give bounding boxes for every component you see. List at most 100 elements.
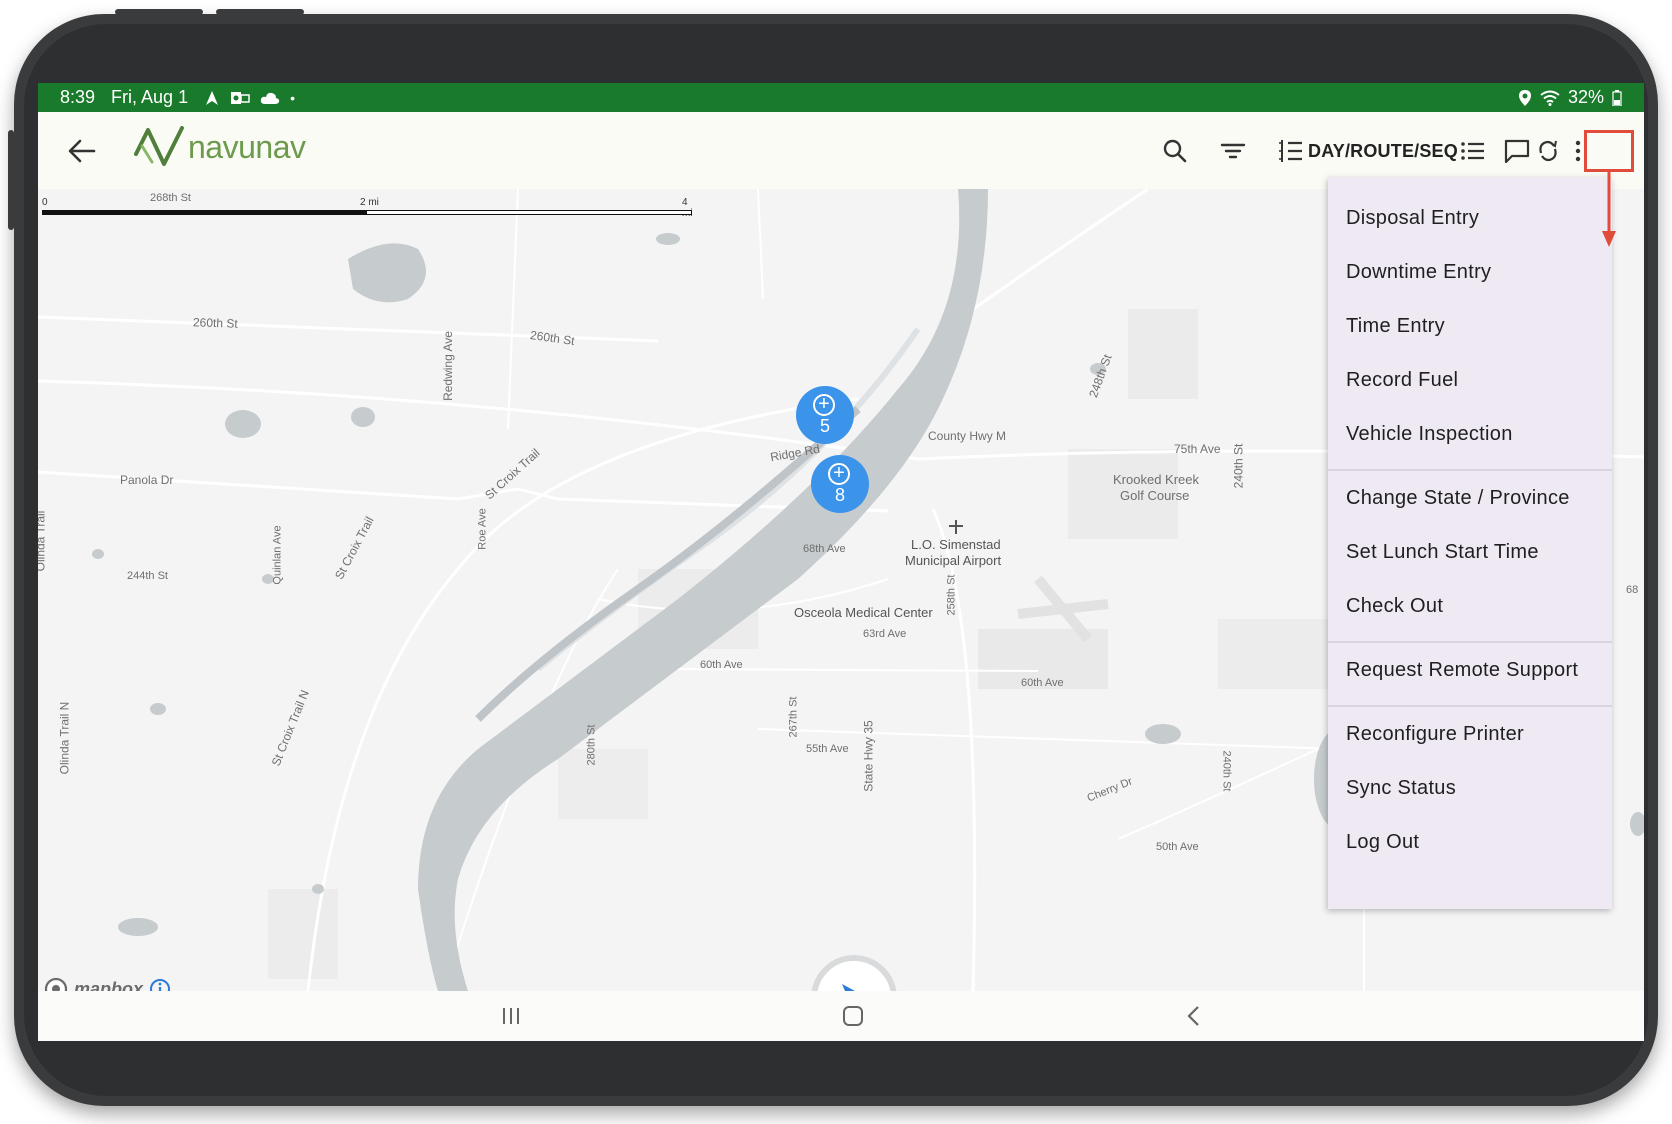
poi-label: Osceola Medical Center bbox=[794, 605, 933, 620]
status-bar: 8:39 Fri, Aug 1 • 32% bbox=[38, 83, 1644, 112]
mapbox-attribution: mapbox bbox=[44, 977, 171, 991]
back-icon[interactable] bbox=[1186, 1005, 1202, 1027]
street-label: Golf Course bbox=[1120, 488, 1190, 503]
street-label: Krooked Kreek bbox=[1113, 472, 1199, 487]
street-label: 60th Ave bbox=[1021, 677, 1064, 689]
street-label: State Hwy 35 bbox=[861, 720, 876, 792]
street-label: 268th St bbox=[150, 192, 191, 204]
scale-end: 4 mi bbox=[682, 197, 693, 219]
street-label: 280th St bbox=[585, 724, 598, 766]
search-icon bbox=[1163, 139, 1187, 163]
mapbox-wordmark: mapbox bbox=[74, 978, 144, 992]
scale-bar-line bbox=[42, 210, 692, 215]
navunav-logo-mark-icon bbox=[134, 126, 184, 166]
location-pin-icon bbox=[1518, 89, 1531, 106]
street-label: Quinlan Ave bbox=[271, 525, 284, 585]
street-label: 75th Ave bbox=[1174, 442, 1221, 456]
navunav-logo: navunav bbox=[134, 124, 306, 170]
street-label: 60th Ave bbox=[700, 659, 743, 671]
street-label: Redwing Ave bbox=[440, 331, 455, 401]
street-label: County Hwy M bbox=[928, 429, 1007, 443]
battery-icon bbox=[1612, 89, 1622, 106]
menu-item-downtime-entry[interactable]: Downtime Entry bbox=[1346, 261, 1491, 284]
menu-divider bbox=[1328, 641, 1612, 643]
menu-item-time-entry[interactable]: Time Entry bbox=[1346, 315, 1445, 338]
logo-text: navunav bbox=[188, 128, 306, 165]
sync-icon bbox=[1539, 140, 1557, 162]
stop-cluster-marker[interactable]: + 8 bbox=[811, 455, 869, 513]
wifi-icon bbox=[1540, 90, 1560, 106]
poi-label: L.O. Simenstad bbox=[911, 537, 1001, 552]
status-time: 8:39 bbox=[60, 87, 96, 107]
navigation-arrow-icon bbox=[206, 90, 219, 105]
street-label: Roe Ave bbox=[476, 508, 489, 550]
menu-item-disposal-entry[interactable]: Disposal Entry bbox=[1346, 207, 1479, 230]
map-scale-bar: 0 2 mi 4 mi bbox=[42, 197, 694, 219]
street-label: 55th Ave bbox=[806, 743, 849, 755]
device-screen: 8:39 Fri, Aug 1 • 32% navunav DAY/ROUTE/… bbox=[38, 83, 1644, 1041]
add-circle-icon: + bbox=[828, 463, 850, 485]
navigate-play-icon bbox=[842, 984, 855, 991]
filter-icon bbox=[1220, 143, 1246, 159]
battery-percent: 32% bbox=[1567, 87, 1604, 107]
street-label: 240th St bbox=[1220, 750, 1233, 792]
overflow-menu: Disposal Entry Downtime Entry Time Entry… bbox=[1328, 177, 1612, 909]
outlook-icon bbox=[231, 91, 250, 104]
recent-apps-icon[interactable] bbox=[500, 1006, 522, 1026]
street-label: Panola Dr bbox=[120, 473, 174, 487]
chat-icon bbox=[1504, 139, 1530, 163]
info-icon[interactable] bbox=[149, 978, 171, 991]
highlight-box bbox=[1584, 130, 1634, 172]
street-label: Olinda Trail N bbox=[57, 701, 72, 775]
menu-item-change-state-province[interactable]: Change State / Province bbox=[1346, 487, 1570, 510]
more-vert-icon bbox=[1575, 140, 1581, 162]
menu-item-sync-status[interactable]: Sync Status bbox=[1346, 777, 1456, 800]
system-nav-bar bbox=[38, 991, 1644, 1041]
more-options-button[interactable] bbox=[1574, 134, 1582, 168]
sort-list-icon bbox=[1279, 140, 1302, 162]
tablet-button-top-1 bbox=[115, 9, 203, 15]
scale-start: 0 bbox=[42, 197, 48, 208]
status-date: Fri, Aug 1 bbox=[111, 87, 189, 107]
menu-item-check-out[interactable]: Check Out bbox=[1346, 595, 1443, 618]
sort-day-route-seq-button[interactable]: DAY/ROUTE/SEQ bbox=[1278, 134, 1458, 168]
menu-item-log-out[interactable]: Log Out bbox=[1346, 831, 1419, 854]
mapbox-logo-icon bbox=[44, 977, 68, 991]
menu-item-request-remote-support[interactable]: Request Remote Support bbox=[1346, 659, 1578, 682]
stop-cluster-marker[interactable]: + 5 bbox=[796, 386, 854, 444]
menu-item-record-fuel[interactable]: Record Fuel bbox=[1346, 369, 1458, 392]
cluster-count: 5 bbox=[819, 416, 830, 436]
street-label: 267th St bbox=[787, 696, 800, 738]
street-label: 240th St bbox=[1231, 443, 1246, 489]
street-label: 50th Ave bbox=[1156, 841, 1199, 853]
poi-label: Municipal Airport bbox=[905, 553, 1002, 568]
filter-button[interactable] bbox=[1220, 134, 1246, 168]
callout-arrow-icon bbox=[1602, 171, 1616, 247]
menu-divider bbox=[1328, 469, 1612, 471]
street-label: Olinda Trail bbox=[38, 510, 48, 572]
list-icon bbox=[1461, 142, 1484, 160]
sort-label: DAY/ROUTE/SEQ bbox=[1308, 140, 1458, 161]
arrow-left-icon[interactable] bbox=[66, 136, 98, 166]
street-label: 258th St bbox=[945, 574, 958, 616]
add-circle-icon: + bbox=[813, 394, 835, 416]
messages-button[interactable] bbox=[1504, 134, 1530, 168]
street-label: 63rd Ave bbox=[863, 628, 907, 640]
street-label: 68 bbox=[1626, 584, 1639, 596]
list-view-button[interactable] bbox=[1460, 134, 1486, 168]
search-button[interactable] bbox=[1162, 134, 1188, 168]
cloud-icon bbox=[260, 92, 280, 104]
menu-item-reconfigure-printer[interactable]: Reconfigure Printer bbox=[1346, 723, 1524, 746]
menu-item-set-lunch-start-time[interactable]: Set Lunch Start Time bbox=[1346, 541, 1539, 564]
sync-button[interactable] bbox=[1538, 134, 1558, 168]
airport-icon bbox=[949, 520, 963, 534]
home-icon[interactable] bbox=[842, 1005, 864, 1027]
scale-mid: 2 mi bbox=[360, 197, 379, 208]
tablet-button-top-2 bbox=[216, 9, 304, 15]
cluster-count: 8 bbox=[834, 485, 845, 505]
street-label: 68th Ave bbox=[803, 543, 846, 555]
menu-divider bbox=[1328, 705, 1612, 707]
menu-item-vehicle-inspection[interactable]: Vehicle Inspection bbox=[1346, 423, 1513, 446]
tablet-button-side bbox=[8, 130, 14, 230]
status-dot: • bbox=[290, 89, 295, 106]
